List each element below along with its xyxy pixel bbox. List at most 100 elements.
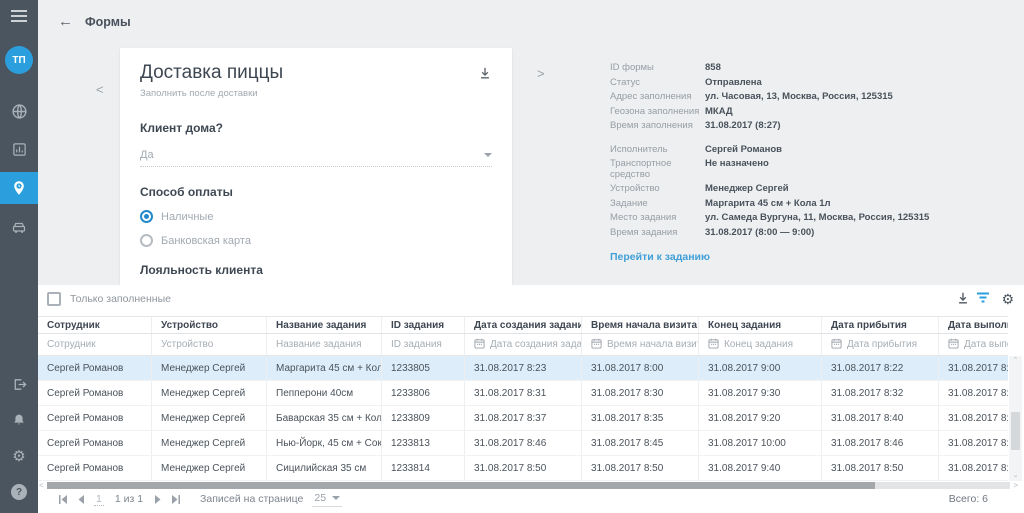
detail-value: ул. Часовая, 13, Москва, Россия, 125315 (705, 92, 893, 103)
export-table-icon[interactable] (956, 291, 970, 310)
go-to-task-link[interactable]: Перейти к заданию (610, 251, 1004, 263)
vertical-scroll-thumb[interactable] (1011, 412, 1020, 450)
detail-value: МКАД (705, 107, 733, 118)
filter-input[interactable]: Конец задания (698, 334, 821, 355)
logout-icon (12, 377, 27, 392)
filter-input[interactable]: Устройство (151, 334, 266, 355)
filter-input[interactable]: Время начала визита (581, 334, 698, 355)
table-settings-icon[interactable]: ⚙ (1001, 291, 1014, 307)
page-of-label: 1 из 1 (115, 493, 143, 505)
payment-option-label: Наличные (161, 211, 213, 223)
help-button[interactable]: ? (0, 477, 38, 507)
sidebar-item-vehicles[interactable] (0, 212, 38, 242)
menu-icon[interactable] (11, 10, 27, 22)
column-header[interactable]: Устройство (151, 317, 266, 333)
payment-radio[interactable] (140, 234, 153, 247)
sidebar-item-map[interactable] (0, 96, 38, 126)
table-row[interactable]: Сергей РомановМенеджер СергейНью-Йорк, 4… (38, 431, 1008, 456)
detail-label: Адрес заполнения (610, 92, 705, 103)
payment-option-label: Банковская карта (161, 235, 251, 247)
filter-input[interactable]: ID задания (381, 334, 464, 355)
scroll-right-icon[interactable]: > (1010, 481, 1018, 490)
detail-value: Сергей Романов (705, 145, 782, 156)
filter-input[interactable]: Дата прибытия (821, 334, 938, 355)
table-row[interactable]: Сергей РомановМенеджер СергейМаргарита 4… (38, 356, 1008, 381)
column-header[interactable]: Время начала визита (581, 317, 698, 333)
scroll-left-icon[interactable]: < (39, 481, 47, 490)
calendar-icon (948, 338, 959, 352)
pagination: 1 1 из 1 Записей на странице 25 (58, 490, 342, 508)
chevron-down-icon (484, 153, 492, 157)
table-row[interactable]: Сергей РомановМенеджер СергейСицилийская… (38, 456, 1008, 481)
location-pin-icon (11, 180, 27, 196)
bar-chart-icon (12, 142, 27, 157)
detail-label: Задание (610, 199, 705, 210)
app-window: ТП (0, 0, 1024, 513)
first-page-button[interactable] (58, 495, 68, 504)
detail-label: Устройство (610, 184, 705, 195)
column-header[interactable]: Конец задания (698, 317, 821, 333)
detail-value: Не назначено (705, 159, 769, 180)
current-page[interactable]: 1 (94, 493, 104, 506)
bell-icon (12, 413, 26, 427)
table-row[interactable]: Сергей РомановМенеджер СергейБаварская 3… (38, 406, 1008, 431)
filter-input[interactable]: Дата выполнения (938, 334, 1008, 355)
sidebar-item-forms[interactable] (0, 172, 38, 204)
next-page-button[interactable] (154, 495, 162, 504)
car-icon (11, 219, 27, 235)
download-form-icon[interactable] (478, 66, 492, 85)
horizontal-scrollbar[interactable]: < > (39, 481, 1018, 490)
column-header[interactable]: Дата выполнения (938, 317, 1008, 333)
avatar[interactable]: ТП (5, 46, 33, 74)
page-title: Формы (85, 15, 131, 29)
column-header[interactable]: Название задания (266, 317, 381, 333)
sidebar-item-reports[interactable] (0, 134, 38, 164)
payment-option-cash[interactable]: Наличные (140, 210, 492, 223)
filter-input[interactable]: Дата создания зада… (464, 334, 581, 355)
detail-label: Геозона заполнения (610, 107, 705, 118)
scroll-up-icon[interactable]: ⌃ (1013, 356, 1019, 366)
calendar-icon (591, 338, 602, 352)
detail-label: ID формы (610, 63, 705, 74)
filter-input[interactable]: Название задания (266, 334, 381, 355)
column-header[interactable]: Дата создания задания (464, 317, 581, 333)
prev-page-button[interactable] (77, 495, 85, 504)
per-page-select[interactable]: 25 (312, 492, 342, 507)
gear-icon: ⚙ (12, 449, 25, 464)
column-header[interactable]: Сотрудник (38, 317, 151, 333)
collapse-left-chevron[interactable]: < (96, 82, 104, 97)
top-bar: ← Формы (38, 0, 1024, 46)
back-arrow-icon[interactable]: ← (58, 13, 73, 30)
detail-value: 858 (705, 63, 721, 74)
vertical-scrollbar[interactable]: ⌃ ⌄ (1009, 356, 1022, 481)
detail-label: Время заполнения (610, 121, 705, 132)
sidebar: ТП (0, 0, 38, 513)
only-filled-checkbox[interactable] (47, 292, 61, 306)
form-subtitle: Заполнить после доставки (140, 88, 283, 99)
detail-label: Время задания (610, 228, 705, 239)
form-details-panel: ID формы858 СтатусОтправлена Адрес запол… (610, 63, 1004, 263)
table-header-row: Сотрудник Устройство Название задания ID… (38, 316, 1008, 334)
scroll-down-icon[interactable]: ⌄ (1013, 471, 1019, 481)
help-icon: ? (11, 484, 27, 500)
total-count: Всего: 6 (949, 493, 988, 505)
filter-icon[interactable] (976, 291, 990, 309)
logout-button[interactable] (0, 369, 38, 399)
payment-radio[interactable] (140, 210, 153, 223)
client-home-select[interactable]: Да (140, 149, 492, 167)
filter-input[interactable]: Сотрудник (38, 334, 151, 355)
detail-label: Транспортное средство (610, 159, 705, 180)
column-header[interactable]: ID задания (381, 317, 464, 333)
client-home-value: Да (140, 149, 154, 161)
table-row[interactable]: Сергей РомановМенеджер СергейПепперони 4… (38, 381, 1008, 406)
forms-table-section: Только заполненные ⚙ Сотрудник Устройств… (38, 285, 1024, 513)
expand-right-chevron[interactable]: > (537, 66, 545, 81)
last-page-button[interactable] (171, 495, 181, 504)
payment-option-card[interactable]: Банковская карта (140, 234, 492, 247)
column-header[interactable]: Дата прибытия (821, 317, 938, 333)
settings-button[interactable]: ⚙ (0, 441, 38, 471)
field-label-client-home: Клиент дома? (140, 121, 492, 135)
notifications-button[interactable] (0, 405, 38, 435)
per-page-value: 25 (314, 492, 326, 504)
horizontal-scroll-thumb[interactable] (47, 482, 875, 489)
